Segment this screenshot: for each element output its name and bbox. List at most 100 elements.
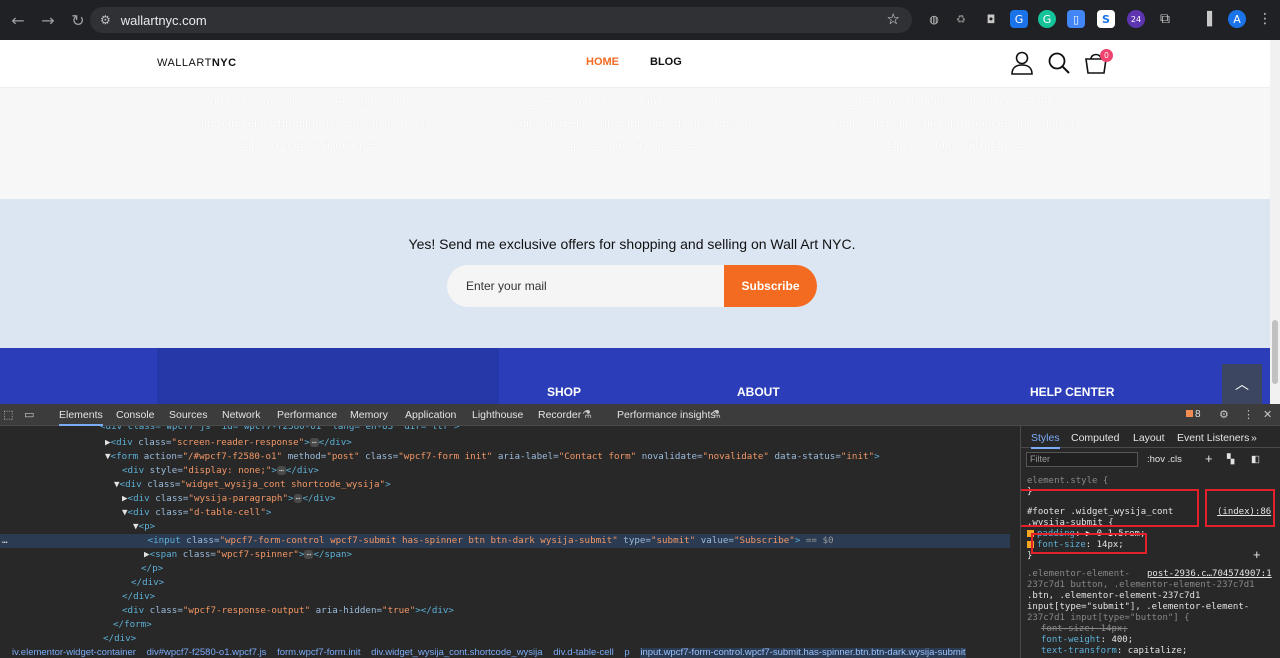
code-line[interactable]: <div class="wpcf7-response-output" aria-… xyxy=(122,604,454,618)
subtab-styles[interactable]: Styles xyxy=(1031,432,1060,449)
styles-filter-input[interactable]: Filter xyxy=(1026,452,1138,467)
browser-toolbar: ← → ↻ ⚙ wallartnyc.com ☆ ◍ ♻ ◘ G G ▯ S 2… xyxy=(0,0,1280,40)
issues-counter[interactable]: 8 xyxy=(1186,409,1201,420)
code-line[interactable]: ▼<form action="/#wpcf7-f2580-o1" method=… xyxy=(105,450,880,464)
site-logo[interactable]: WALLARTNYC xyxy=(157,57,237,69)
code-line[interactable]: </form> xyxy=(113,618,152,632)
profile-avatar[interactable]: A xyxy=(1228,10,1246,28)
elements-tree[interactable]: <div class="wpcf7 js" id="wpcf7-f2580-o1… xyxy=(0,426,1010,648)
tab-performance[interactable]: Performance xyxy=(277,409,337,421)
rule2-prop-font-weight[interactable]: font-weight: 400; xyxy=(1041,635,1133,646)
element-style-selector[interactable]: element.style { xyxy=(1027,476,1108,487)
rule2-selector-d[interactable]: input[type="submit"], .elementor-element… xyxy=(1027,602,1249,613)
subtab-event-listeners[interactable]: Event Listeners xyxy=(1177,432,1249,444)
code-line[interactable]: </div> xyxy=(103,632,136,646)
subtab-computed[interactable]: Computed xyxy=(1071,432,1119,444)
code-line[interactable]: <div class="wpcf7 js" id="wpcf7-f2580-o1… xyxy=(100,426,460,434)
subscribe-button[interactable]: Subscribe xyxy=(724,265,817,307)
rule2-selector-b[interactable]: 237c7d1 button, .elementor-element-237c7… xyxy=(1027,580,1255,591)
recycle-extension-icon[interactable]: ♻ xyxy=(952,10,970,28)
breadcrumb-item-selected[interactable]: input.wpcf7-form-control.wpcf7-submit.ha… xyxy=(640,648,966,658)
more-tabs-icon[interactable]: » xyxy=(1251,432,1257,444)
tab-network[interactable]: Network xyxy=(222,409,261,421)
code-line[interactable]: </div> xyxy=(122,590,155,604)
rule2-prop-text-transform[interactable]: text-transform: capitalize; xyxy=(1041,646,1187,657)
code-line-selected[interactable]: … <input class="wpcf7-form-control wpcf7-… xyxy=(0,534,1010,548)
code-line[interactable]: <div style="display: none;"> ⋯ </div> xyxy=(122,464,319,478)
close-devtools-icon[interactable]: ✕ xyxy=(1263,408,1272,421)
breadcrumb-item[interactable]: iv.elementor-widget-container xyxy=(12,648,136,658)
profile-initial: A xyxy=(1233,12,1241,26)
grammarly-extension-icon[interactable]: G xyxy=(1038,10,1056,28)
code-line[interactable]: ▼<div class="widget_wysija_cont shortcod… xyxy=(114,478,391,492)
newsletter-email-input[interactable] xyxy=(447,265,724,307)
scroll-to-top-button[interactable]: ︿ xyxy=(1222,364,1262,404)
badge-extension-icon[interactable]: 24 xyxy=(1127,10,1145,28)
page-scrollbar[interactable] xyxy=(1270,40,1280,404)
globe-extension-icon[interactable]: ◍ xyxy=(925,10,943,28)
footer-shop-heading: SHOP xyxy=(547,385,582,399)
devtools-panel: ⬚ ▭ Elements Console Sources Network Per… xyxy=(0,404,1280,658)
rule2-selector-c[interactable]: .btn, .elementor-element-237c7d1 xyxy=(1027,591,1200,602)
code-line[interactable]: ▶<span class="wpcf7-spinner"> ⋯ </span> xyxy=(144,548,352,562)
reload-icon[interactable]: ↻ xyxy=(66,8,90,32)
tab-lighthouse[interactable]: Lighthouse xyxy=(472,409,523,421)
ext-badge-count: 24 xyxy=(1130,14,1142,24)
puzzle-extensions-icon[interactable]: ⧉ xyxy=(1156,10,1174,28)
breadcrumb-item[interactable]: form.wpcf7-form.init xyxy=(277,648,360,658)
rule2-selector-a[interactable]: .elementor-element- xyxy=(1027,569,1130,580)
tab-performance-insights[interactable]: Performance insights xyxy=(617,409,716,421)
breadcrumb-item[interactable]: p xyxy=(624,648,629,658)
add-property-icon[interactable]: + xyxy=(1253,547,1261,562)
nav-blog-link[interactable]: BLOG xyxy=(650,56,682,68)
forward-icon[interactable]: → xyxy=(36,8,60,32)
paint-icon[interactable]: ▚ xyxy=(1227,454,1234,465)
more-options-icon[interactable]: ⋮ xyxy=(1243,408,1254,421)
side-panel-icon[interactable]: ▐ xyxy=(1198,10,1216,28)
back-icon[interactable]: ← xyxy=(6,8,30,32)
camera-extension-icon[interactable]: ◘ xyxy=(982,10,1000,28)
translate-extension-icon[interactable]: G xyxy=(1010,10,1028,28)
tab-application[interactable]: Application xyxy=(405,409,456,421)
tab-sources[interactable]: Sources xyxy=(169,409,208,421)
device-toolbar-icon[interactable]: ▭ xyxy=(24,408,34,421)
site-header: WALLARTNYC HOME BLOG 0 xyxy=(0,40,1280,88)
sidebar-toggle-icon[interactable]: ◧ xyxy=(1251,454,1260,465)
code-line[interactable]: ▶<div class="wysija-paragraph"> ⋯ </div> xyxy=(122,492,336,506)
s-extension-icon[interactable]: S xyxy=(1097,10,1115,28)
site-info-icon[interactable]: ⚙ xyxy=(100,13,111,27)
search-icon[interactable] xyxy=(1046,50,1072,76)
breadcrumb-item[interactable]: div.d-table-cell xyxy=(553,648,614,658)
inspect-element-icon[interactable]: ⬚ xyxy=(3,408,13,421)
docs-extension-icon[interactable]: ▯ xyxy=(1067,10,1085,28)
code-line[interactable]: </div> xyxy=(131,576,164,590)
browser-menu-icon[interactable]: ⋮ xyxy=(1256,10,1274,28)
settings-gear-icon[interactable]: ⚙ xyxy=(1219,408,1229,421)
code-line[interactable]: ▼<p> xyxy=(133,520,155,534)
nav-home-link[interactable]: HOME xyxy=(586,56,619,68)
rule2-source-link[interactable]: post-2936.c…704574907:1 xyxy=(1147,569,1272,579)
rule2-selector-e[interactable]: 237c7d1 input[type="button"] { xyxy=(1027,613,1190,624)
user-account-icon[interactable] xyxy=(1009,50,1035,76)
add-rule-icon[interactable]: + xyxy=(1205,451,1213,466)
bookmark-star-icon[interactable]: ☆ xyxy=(887,10,900,28)
tab-elements[interactable]: Elements xyxy=(59,409,103,426)
footer-help-heading: HELP CENTER xyxy=(1030,385,1115,399)
rule2-prop-font-size-overridden[interactable]: font-size: 14px; xyxy=(1041,624,1128,635)
scrollbar-thumb[interactable] xyxy=(1272,320,1278,384)
code-line[interactable]: ▼<div class="d-table-cell"> xyxy=(122,506,271,520)
tab-recorder[interactable]: Recorder xyxy=(538,409,581,421)
address-bar[interactable]: ⚙ wallartnyc.com ☆ xyxy=(90,7,912,33)
tab-console[interactable]: Console xyxy=(116,409,155,421)
breadcrumb-item[interactable]: div.widget_wysija_cont.shortcode_wysija xyxy=(371,648,542,658)
tab-memory[interactable]: Memory xyxy=(350,409,388,421)
subtab-layout[interactable]: Layout xyxy=(1133,432,1165,444)
footer-left-panel xyxy=(157,348,499,404)
hov-cls-toggle[interactable]: :hov .cls xyxy=(1147,454,1182,465)
url-text[interactable]: wallartnyc.com xyxy=(121,13,207,28)
code-line[interactable]: ▶<div class="screen-reader-response"> ⋯ </… xyxy=(105,436,352,450)
flask-icon: ⚗ xyxy=(711,408,721,421)
devtools-tabbar: ⬚ ▭ Elements Console Sources Network Per… xyxy=(0,404,1280,426)
breadcrumb-item[interactable]: div#wpcf7-f2580-o1.wpcf7.js xyxy=(147,648,267,658)
code-line[interactable]: </p> xyxy=(141,562,163,576)
